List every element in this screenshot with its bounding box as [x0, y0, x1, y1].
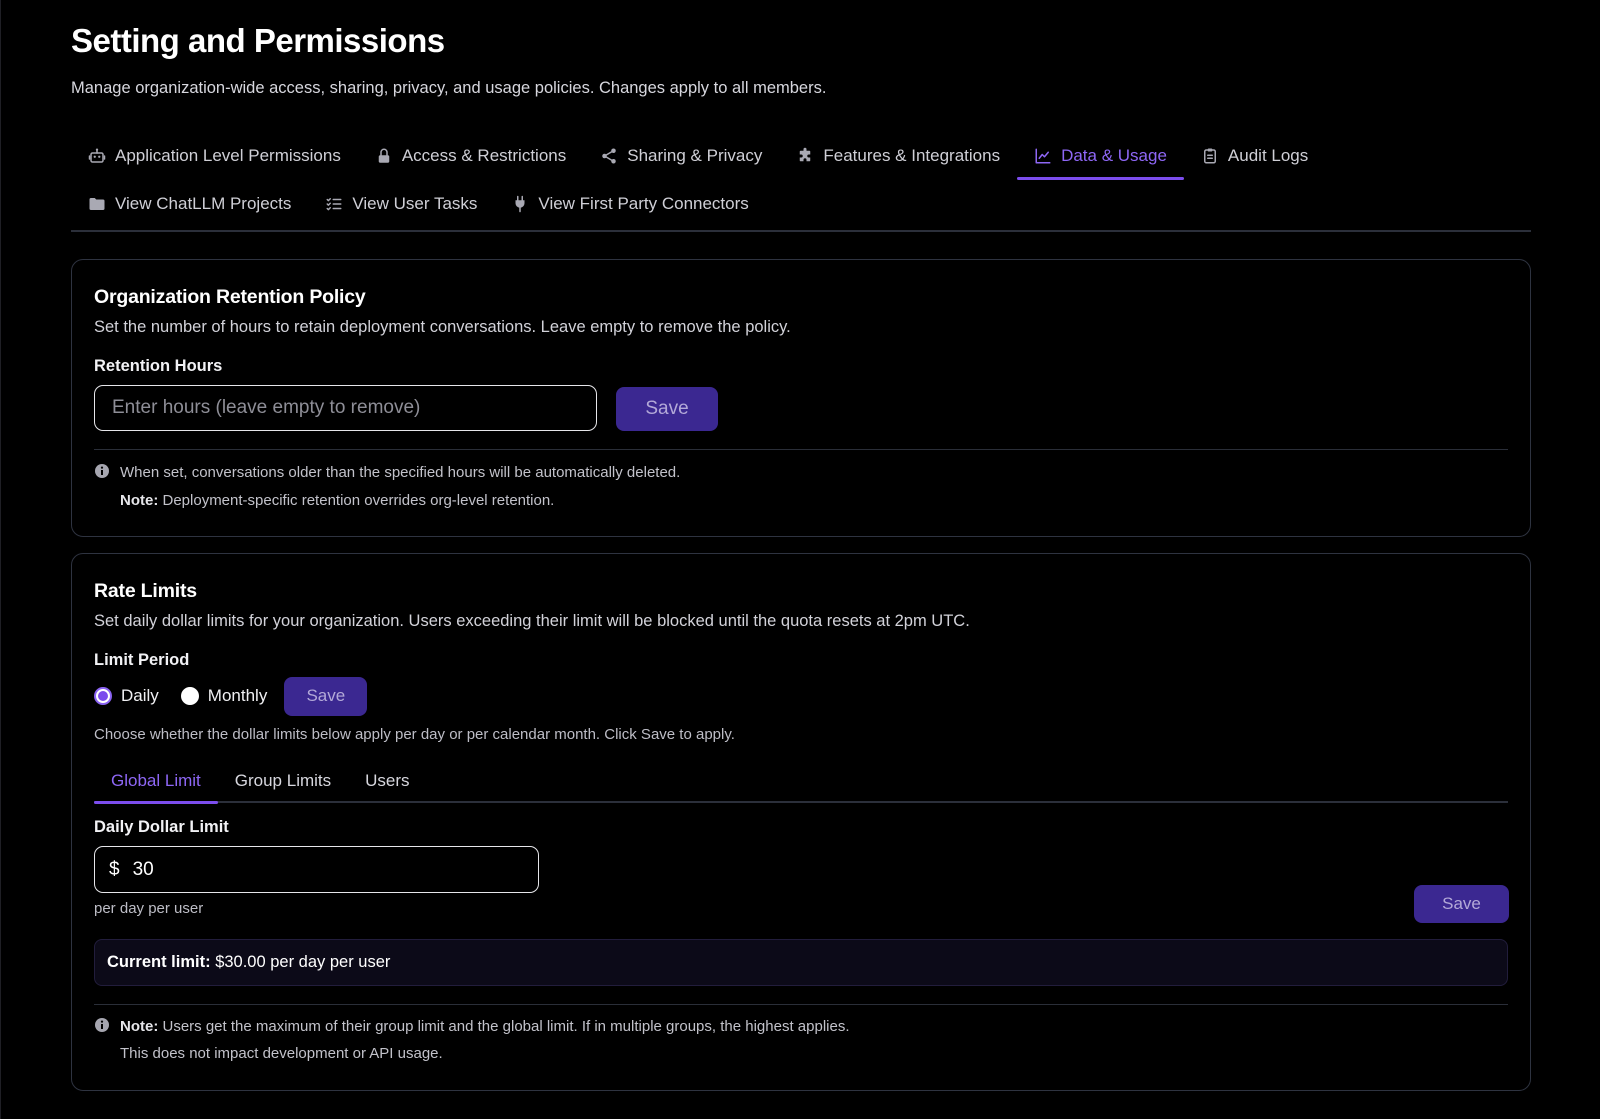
rate-limit-sub-tabs: Global Limit Group Limits Users — [94, 759, 1508, 804]
retention-description: Set the number of hours to retain deploy… — [94, 318, 791, 336]
radio-monthly-indicator[interactable] — [180, 687, 199, 705]
tab-data-usage[interactable]: Data & Usage — [1017, 133, 1184, 180]
tab-label: Audit Logs — [1227, 146, 1309, 165]
tab-label: View ChatLLM Projects — [115, 194, 292, 213]
note-text: Deployment-specific retention overrides … — [162, 492, 555, 509]
tab-row-2: View ChatLLM Projects View User Tasks Vi… — [71, 181, 766, 227]
tab-row-1: Application Level Permissions Access & R… — [71, 133, 1325, 180]
radio-daily[interactable]: Daily — [94, 686, 159, 706]
retention-divider — [94, 449, 1508, 450]
share-icon — [602, 148, 616, 164]
line-chart-icon — [1035, 148, 1051, 164]
rate-limits-note: Note: Users get the maximum of their gro… — [120, 1018, 850, 1035]
note-label: Note: — [120, 1018, 159, 1035]
retention-save-button[interactable]: Save — [616, 387, 718, 431]
list-check-icon — [326, 198, 342, 211]
period-save-button[interactable]: Save — [284, 676, 368, 716]
tab-label: Features & Integrations — [823, 146, 1001, 165]
radio-daily-label: Daily — [121, 686, 159, 705]
tab-features-integrations[interactable]: Features & Integrations — [779, 133, 1017, 179]
sub-tab-group-limits[interactable]: Group Limits — [218, 759, 348, 803]
tab-label: Access & Restrictions — [401, 146, 567, 165]
note-label: Note: — [120, 492, 159, 509]
tab-view-user-tasks[interactable]: View User Tasks — [308, 181, 494, 227]
settings-page: Setting and Permissions Manage organizat… — [0, 0, 1600, 1119]
page-subtitle: Manage organization-wide access, sharing… — [71, 79, 827, 97]
clipboard-icon — [1203, 148, 1216, 164]
page-title: Setting and Permissions — [71, 22, 445, 59]
rate-limits-card: Rate Limits Set daily dollar limits for … — [71, 553, 1531, 1091]
tab-audit-logs[interactable]: Audit Logs — [1184, 133, 1325, 179]
radio-monthly-label: Monthly — [207, 686, 268, 705]
retention-title: Organization Retention Policy — [94, 286, 366, 308]
radio-daily-indicator[interactable] — [94, 687, 112, 705]
settings-tabs: Application Level Permissions Access & R… — [71, 133, 1531, 232]
period-help-text: Choose whether the dollar limits below a… — [94, 726, 735, 743]
tab-label: Data & Usage — [1061, 146, 1167, 165]
limit-period-radio-group: Daily Monthly Save — [94, 676, 368, 716]
limit-period-label: Limit Period — [94, 651, 190, 669]
tab-view-first-party-connectors[interactable]: View First Party Connectors — [494, 181, 765, 227]
folder-icon — [89, 198, 105, 210]
puzzle-icon — [800, 147, 811, 162]
daily-dollar-limit-field: $ — [94, 846, 539, 893]
tab-view-chatllm-projects[interactable]: View ChatLLM Projects — [71, 181, 308, 227]
tab-label: View User Tasks — [352, 194, 478, 213]
radio-monthly[interactable]: Monthly — [180, 686, 268, 706]
plug-icon — [515, 195, 525, 213]
retention-hours-label: Retention Hours — [94, 357, 223, 375]
info-icon — [95, 1018, 109, 1032]
daily-dollar-limit-input[interactable] — [132, 858, 513, 881]
rate-limits-divider — [94, 1004, 1508, 1005]
current-limit-value: $30.00 per day per user — [215, 953, 391, 971]
lock-icon — [378, 148, 390, 163]
note-text: Users get the maximum of their group lim… — [162, 1018, 850, 1035]
tab-label: View First Party Connectors — [538, 194, 749, 213]
retention-info-text: When set, conversations older than the s… — [120, 464, 681, 481]
robot-icon — [88, 148, 106, 163]
rate-limits-note-2: This does not impact development or API … — [120, 1045, 443, 1062]
daily-dollar-limit-label: Daily Dollar Limit — [94, 818, 229, 836]
tab-application-level-permissions[interactable]: Application Level Permissions — [71, 133, 358, 179]
limit-caption: per day per user — [94, 900, 204, 917]
retention-hours-input[interactable] — [94, 385, 597, 431]
info-icon — [95, 464, 109, 478]
current-limit-label: Current limit: — [107, 953, 211, 971]
retention-policy-card: Organization Retention Policy Set the nu… — [71, 259, 1531, 537]
rate-limits-description: Set daily dollar limits for your organiz… — [94, 612, 970, 630]
tab-label: Sharing & Privacy — [627, 146, 763, 165]
tab-label: Application Level Permissions — [115, 146, 341, 165]
sub-tab-users[interactable]: Users — [348, 759, 426, 803]
tab-access-restrictions[interactable]: Access & Restrictions — [358, 133, 583, 179]
currency-symbol: $ — [109, 858, 120, 880]
limit-save-button[interactable]: Save — [1414, 885, 1509, 923]
tab-sharing-privacy[interactable]: Sharing & Privacy — [583, 133, 779, 179]
sub-tab-global-limit[interactable]: Global Limit — [94, 759, 218, 804]
current-limit-box: Current limit: $30.00 per day per user — [94, 939, 1508, 986]
rate-limits-title: Rate Limits — [94, 580, 197, 602]
retention-note: Note: Deployment-specific retention over… — [120, 492, 554, 509]
